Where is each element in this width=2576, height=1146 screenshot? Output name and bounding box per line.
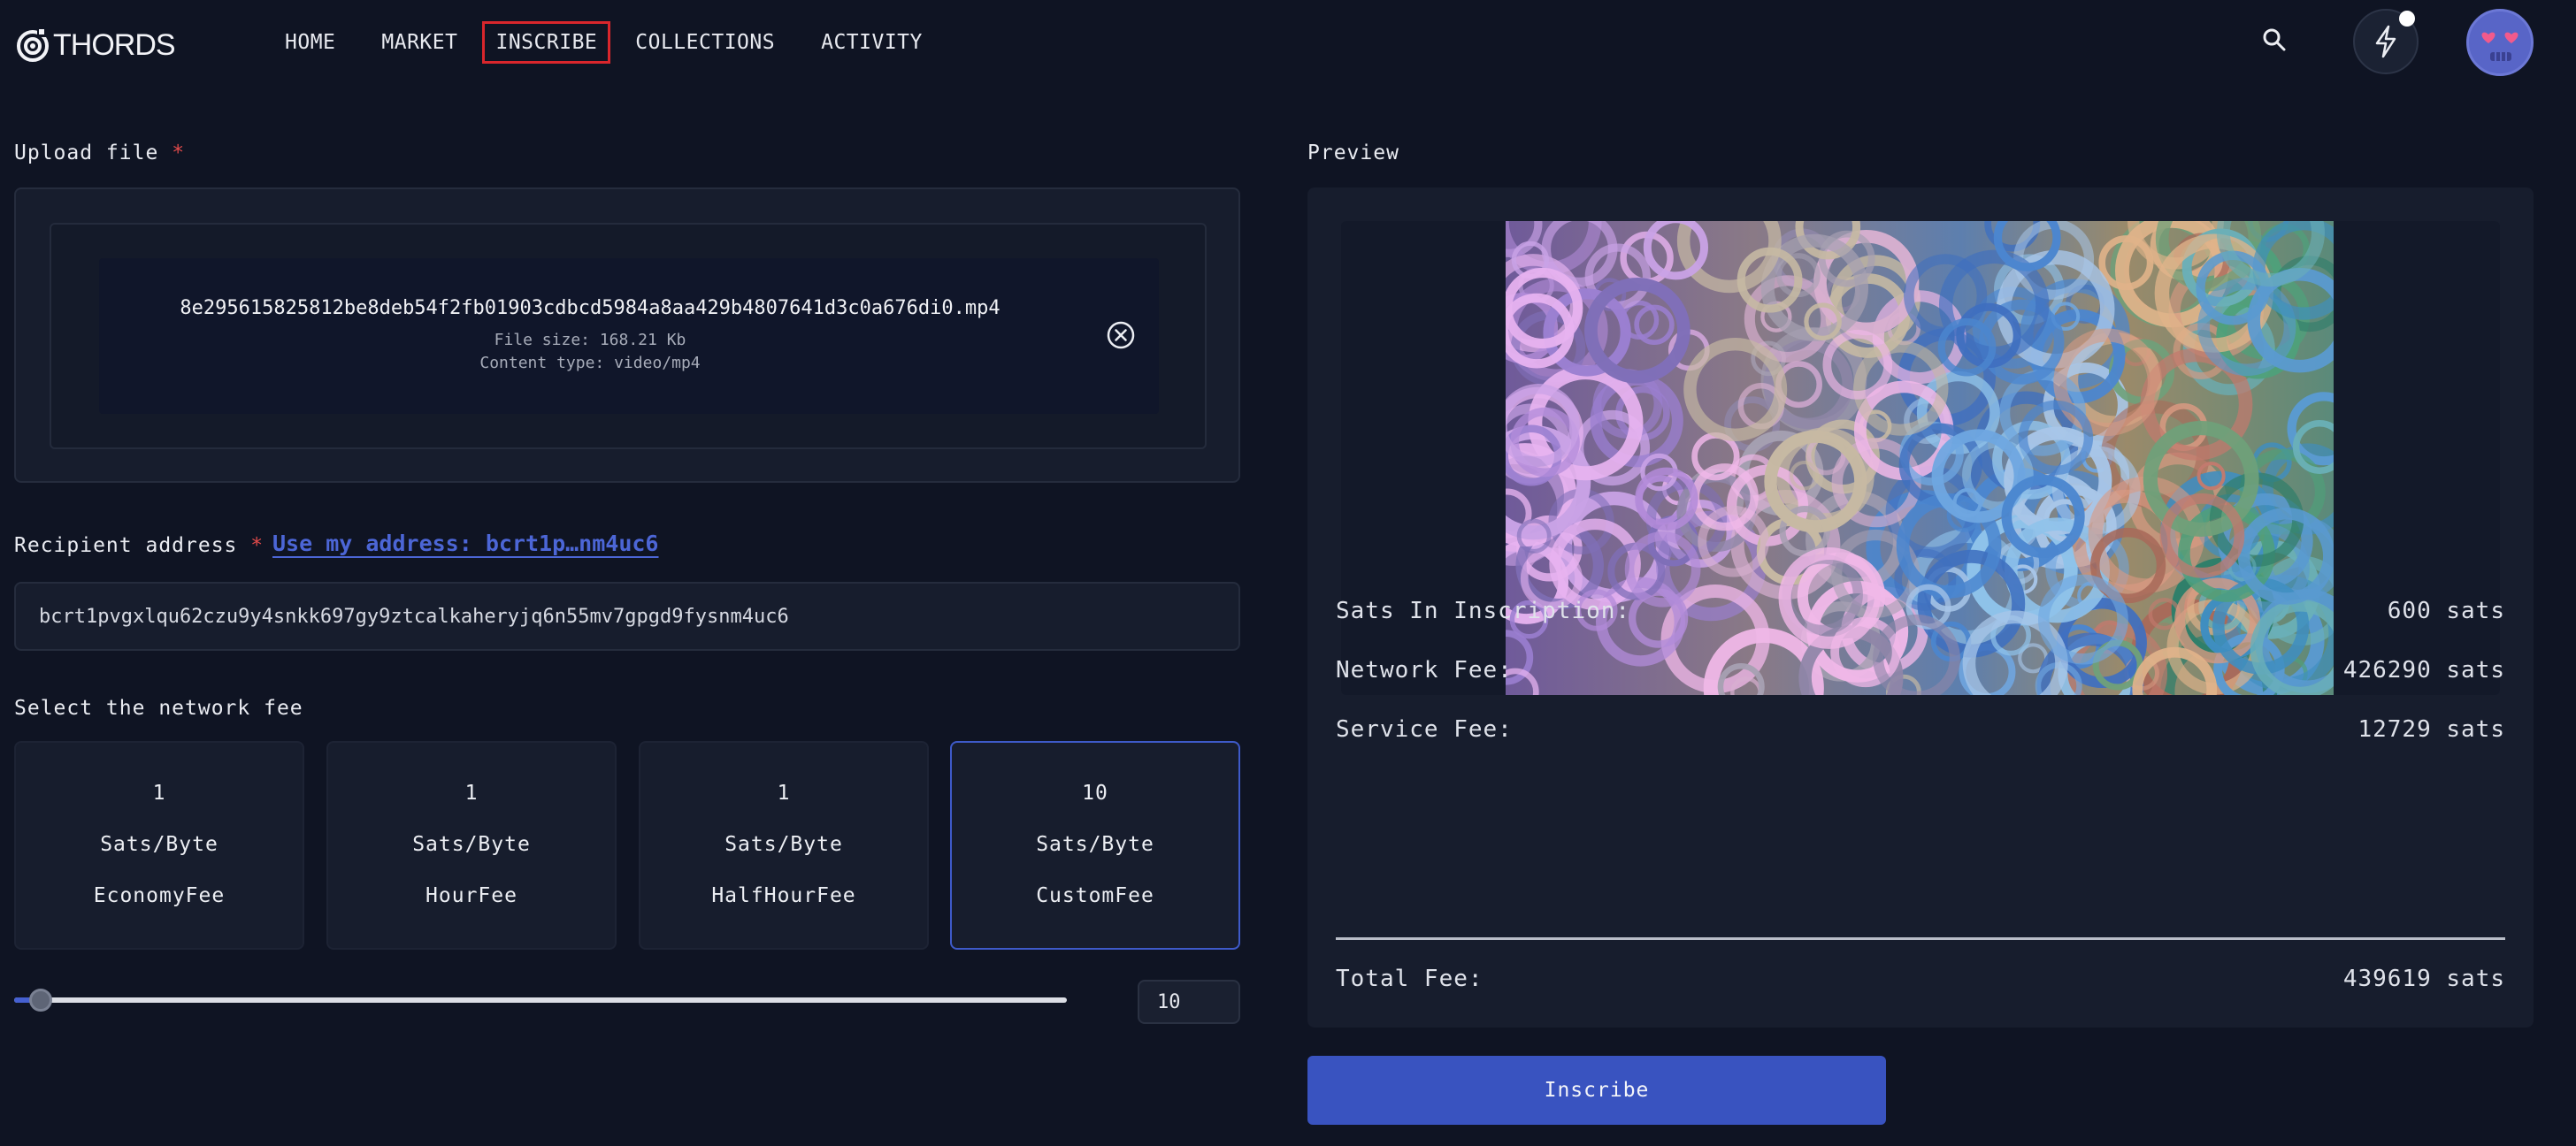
total-fee-row: Total Fee: 439619 sats [1336, 966, 2505, 997]
fee-name: EconomyFee [93, 884, 226, 907]
remove-file-icon[interactable] [1106, 320, 1136, 350]
required-mark: * [250, 534, 264, 557]
file-size: File size: 168.21 Kb [494, 331, 686, 349]
preview-label: Preview [1307, 141, 1399, 164]
required-mark: * [172, 141, 186, 164]
nav-home[interactable]: HOME [285, 22, 346, 63]
nav-inscribe[interactable]: INSCRIBE [482, 21, 611, 64]
fee-option-economy[interactable]: 1 Sats/Byte EconomyFee [14, 741, 304, 950]
network-fee-row: Network Fee: 426290 sats [1336, 657, 2505, 689]
upload-frame: 8e295615825812be8deb54f2fb01903cdbcd5984… [50, 223, 1207, 449]
top-navbar: THORDS HOME MARKET INSCRIBE COLLECTIONS … [0, 0, 2576, 88]
row-value: 600 sats [2387, 598, 2505, 624]
preview-panel: Sats In Inscription: 600 sats Network Fe… [1307, 187, 2534, 1028]
fee-name: HourFee [426, 884, 518, 907]
uploaded-file-card: 8e295615825812be8deb54f2fb01903cdbcd5984… [99, 258, 1159, 414]
fee-rate: 1 [152, 782, 166, 805]
fee-rate: 10 [1082, 782, 1108, 805]
fee-name: CustomFee [1036, 884, 1154, 907]
notification-dot [2399, 11, 2415, 27]
upload-file-label-text: Upload file [14, 141, 159, 164]
row-label: Sats In Inscription: [1336, 598, 1631, 624]
row-value: 426290 sats [2342, 657, 2505, 684]
main-nav: HOME MARKET INSCRIBE COLLECTIONS ACTIVIT… [285, 21, 958, 64]
divider [1336, 937, 2505, 940]
fee-unit: Sats/Byte [724, 833, 843, 856]
row-value: 12729 sats [2358, 716, 2505, 743]
logo[interactable]: THORDS [14, 27, 176, 64]
row-value: 439619 sats [2342, 966, 2505, 992]
sats-in-inscription-row: Sats In Inscription: 600 sats [1336, 598, 2505, 630]
lightning-icon [2375, 25, 2396, 58]
lightning-button[interactable] [2353, 9, 2419, 74]
fee-rate: 1 [777, 782, 791, 805]
fee-unit: Sats/Byte [1036, 833, 1154, 856]
recipient-address-label-text: Recipient address [14, 534, 238, 557]
upload-dropzone[interactable]: 8e295615825812be8deb54f2fb01903cdbcd5984… [14, 187, 1240, 483]
logo-icon [17, 28, 49, 62]
custom-fee-input[interactable] [1138, 980, 1240, 1024]
use-my-address-link[interactable]: Use my address: bcrt1p…nm4uc6 [272, 531, 659, 556]
fee-option-custom[interactable]: 10 Sats/Byte CustomFee [950, 741, 1240, 950]
service-fee-row: Service Fee: 12729 sats [1336, 716, 2505, 748]
fee-name: HalfHourFee [711, 884, 856, 907]
slider-thumb[interactable] [28, 989, 52, 1012]
search-icon[interactable] [2261, 27, 2288, 53]
nav-market[interactable]: MARKET [371, 22, 468, 63]
row-label: Service Fee: [1336, 716, 1513, 743]
nav-activity[interactable]: ACTIVITY [810, 22, 933, 63]
logo-text: THORDS [53, 27, 176, 62]
file-name: 8e295615825812be8deb54f2fb01903cdbcd5984… [180, 297, 1000, 319]
content-type: Content type: video/mp4 [479, 354, 701, 372]
fee-option-half-hour[interactable]: 1 Sats/Byte HalfHourFee [639, 741, 929, 950]
nav-collections[interactable]: COLLECTIONS [625, 22, 786, 63]
row-label: Network Fee: [1336, 657, 1513, 684]
row-label: Total Fee: [1336, 966, 1484, 992]
network-fee-label: Select the network fee [14, 697, 303, 720]
fee-unit: Sats/Byte [100, 833, 218, 856]
custom-fee-slider[interactable] [14, 989, 1067, 1012]
inscribe-button[interactable]: Inscribe [1307, 1056, 1886, 1125]
fee-rate: 1 [464, 782, 479, 805]
upload-file-label: Upload file * [14, 141, 185, 164]
recipient-address-input[interactable] [14, 582, 1240, 651]
recipient-address-label: Recipient address * [14, 534, 264, 557]
fee-unit: Sats/Byte [412, 833, 531, 856]
avatar-face-icon [2481, 32, 2518, 61]
fee-option-hour[interactable]: 1 Sats/Byte HourFee [326, 741, 617, 950]
avatar[interactable] [2466, 9, 2534, 76]
